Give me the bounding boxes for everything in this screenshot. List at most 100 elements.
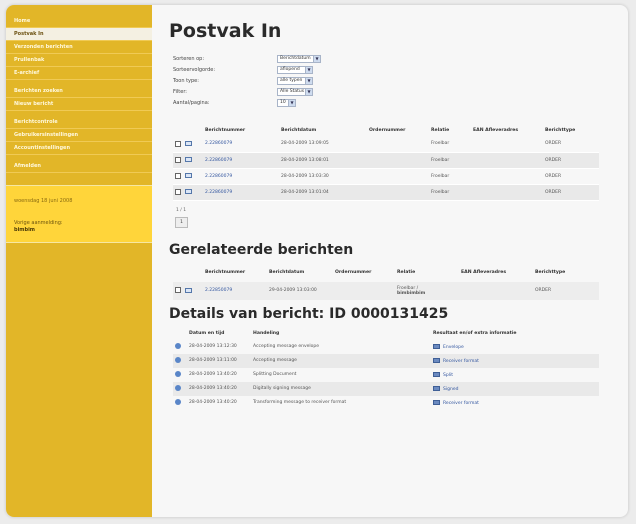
cell-datum: 28-04-2009 13:01:04 (279, 184, 367, 201)
result-link[interactable]: Envelope (443, 345, 464, 350)
chevron-down-icon: ▼ (288, 99, 295, 106)
status-select[interactable]: Alle Status ▼ (277, 87, 313, 96)
sidebar-menu: Home Postvak In Verzonden berichten Prul… (6, 5, 152, 173)
cell-handeling: Accepting message envelope (253, 344, 320, 349)
table-row[interactable]: 2.22860079 28-04-2009 13:08:01 Froelbar … (173, 152, 599, 169)
sidebar-item-berichten-zoeken[interactable]: Berichten zoeken (6, 85, 152, 98)
cell-tijd: 28-04-2009 13:40:20 (189, 372, 237, 377)
message-link[interactable]: 2.22850079 (205, 288, 232, 293)
row-checkbox[interactable] (175, 172, 181, 179)
cell-relatie: Froelbar (429, 152, 471, 169)
sidebar-item-verzonden[interactable]: Verzonden berichten (6, 41, 152, 54)
cell-type: ORDER (543, 168, 599, 185)
col-datum-tijd: Datum en tijd (189, 330, 225, 336)
document-icon (433, 343, 440, 349)
filter-form: Sorteren op: Berichtdatum ▼ Sorteervolgor… (173, 53, 622, 108)
table-header: Berichtnummer Berichtdatum Ordernummer R… (173, 264, 599, 282)
cell-handeling: Transforming message to receiver format (253, 400, 347, 405)
type-select[interactable]: alle typen ▼ (277, 76, 313, 85)
current-date: woensdag 18 juni 2008 (14, 198, 73, 204)
sidebar-item-accountinstellingen[interactable]: Accountinstellingen (6, 142, 152, 155)
document-icon (433, 385, 440, 391)
table-header: Datum en tijd Handeling Resultaat en/of … (173, 327, 599, 340)
sidebar-item-prullenbak[interactable]: Prullenbak (6, 54, 152, 67)
table-row: 28-04-2009 13:12:30 Accepting message en… (173, 340, 599, 354)
filter-label: Sorteervolgorde: (173, 66, 215, 73)
chevron-down-icon: ▼ (305, 88, 312, 95)
table-row[interactable]: 2.22860079 28-04-2009 13:03:30 Froelbar … (173, 168, 599, 185)
table-row: 28-04-2009 13:40:20 Splitting Document S… (173, 368, 599, 382)
chevron-down-icon: ▼ (305, 77, 312, 84)
cell-relatie: Froelbar (429, 184, 471, 201)
result-link[interactable]: Receiver format (443, 359, 479, 364)
sidebar-item-berichtcontrole[interactable]: Berichtcontrole (6, 116, 152, 129)
filter-status: Filter: Alle Status ▼ (173, 86, 622, 97)
col-relatie[interactable]: Relatie (429, 124, 471, 136)
sort-select[interactable]: Berichtdatum ▼ (277, 54, 321, 63)
sidebar-item-e-archief[interactable]: E-archief (6, 67, 152, 80)
cell-order (333, 281, 395, 300)
cell-datum: 28-04-2009 13:09:05 (279, 136, 367, 153)
col-relatie[interactable]: Relatie (395, 264, 459, 282)
row-checkbox[interactable] (175, 140, 181, 147)
envelope-icon (185, 189, 192, 195)
chevron-down-icon: ▼ (313, 55, 320, 62)
col-berichtdatum[interactable]: Berichtdatum (279, 124, 367, 136)
row-checkbox[interactable] (175, 287, 181, 294)
last-login-user: bimbim (14, 227, 36, 233)
order-select[interactable]: aflopend ▼ (277, 65, 313, 74)
pager-button[interactable]: 1 (175, 216, 188, 228)
select-value: Berichtdatum (280, 55, 311, 61)
perpage-select[interactable]: 10 ▼ (277, 98, 296, 107)
col-ordernummer[interactable]: Ordernummer (333, 264, 395, 282)
cell-handeling: Digitally signing message (251, 381, 431, 396)
col-ordernummer[interactable]: Ordernummer (367, 124, 429, 136)
cell-ean (471, 168, 543, 185)
col-berichttype[interactable]: Berichttype (543, 124, 599, 136)
sidebar-item-home[interactable]: Home (6, 15, 152, 28)
message-link[interactable]: 2.22860079 (205, 174, 232, 179)
sidebar-item-postvak-in[interactable]: Postvak In (6, 28, 152, 41)
cell-datum: 29-04-2009 13:03:00 (267, 281, 333, 300)
table-row: 28-04-2009 13:11:00 Accepting message Re… (173, 353, 599, 368)
result-link[interactable]: Receiver format (443, 401, 479, 406)
select-value: aflopend (280, 66, 300, 72)
cell-type: ORDER (543, 184, 599, 201)
row-checkbox[interactable] (175, 188, 181, 195)
col-berichttype[interactable]: Berichttype (533, 264, 599, 282)
message-link[interactable]: 2.22860079 (205, 190, 232, 195)
info-icon (175, 343, 181, 350)
cell-ean (471, 184, 543, 201)
col-ean[interactable]: EAN Afleveradres (459, 264, 533, 282)
table-row[interactable]: 2.22850079 29-04-2009 13:03:00 Froelbar … (173, 281, 599, 300)
row-checkbox[interactable] (175, 156, 181, 163)
page-title: Postvak In (169, 20, 282, 42)
table-header: Berichtnummer Berichtdatum Ordernummer R… (173, 124, 599, 136)
chevron-down-icon: ▼ (305, 66, 312, 73)
cell-datum: 28-04-2009 13:03:30 (279, 168, 367, 185)
select-value: alle typen (280, 77, 303, 83)
info-icon (175, 399, 181, 406)
col-berichtnummer[interactable]: Berichtnummer (203, 124, 279, 136)
envelope-icon (185, 157, 192, 163)
cell-datum: 28-04-2009 13:08:01 (279, 152, 367, 169)
cell-tijd: 28-04-2009 13:12:30 (189, 344, 237, 349)
cell-tijd: 28-04-2009 13:11:00 (187, 353, 251, 368)
cell-tijd: 28-04-2009 13:40:20 (189, 400, 237, 405)
message-link[interactable]: 2.22860079 (205, 158, 232, 163)
sidebar-item-afmelden[interactable]: Afmelden (6, 160, 152, 173)
select-value: 10 (280, 99, 286, 105)
sidebar-item-nieuw-bericht[interactable]: Nieuw bericht (6, 98, 152, 111)
session-info: woensdag 18 juni 2008 Vorige aanmelding:… (6, 185, 152, 243)
result-link[interactable]: Signed (443, 387, 458, 392)
document-icon (433, 357, 440, 363)
table-row[interactable]: 2.22860079 28-04-2009 13:09:05 Froelbar … (173, 136, 599, 153)
col-berichtdatum[interactable]: Berichtdatum (267, 264, 333, 282)
table-row[interactable]: 2.22860079 28-04-2009 13:01:04 Froelbar … (173, 184, 599, 201)
related-table: Berichtnummer Berichtdatum Ordernummer R… (173, 264, 599, 300)
message-link[interactable]: 2.22860079 (205, 141, 232, 146)
col-berichtnummer[interactable]: Berichtnummer (203, 264, 267, 282)
sidebar-item-gebruikersinstellingen[interactable]: Gebruikersinstellingen (6, 129, 152, 142)
col-ean[interactable]: EAN Afleveradres (471, 124, 543, 136)
result-link[interactable]: Split (443, 373, 453, 378)
